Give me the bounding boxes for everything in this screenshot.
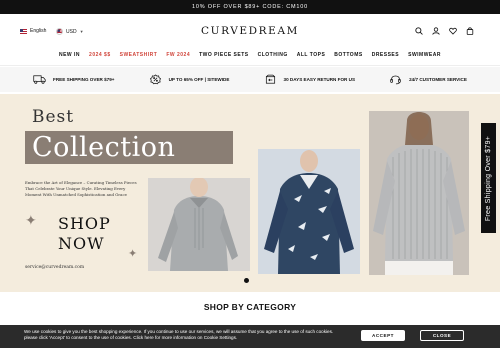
hero-title-collection: Collection	[25, 131, 233, 164]
cookie-close-button[interactable]: CLOSE	[420, 330, 464, 341]
user-icon[interactable]	[432, 27, 440, 35]
cookie-accept-button[interactable]: ACCEPT	[361, 330, 405, 341]
side-tab-text: Free Shipping Over $79+	[485, 135, 492, 221]
header-icons	[415, 27, 474, 35]
hero-description: Embrace the Art of Elegance – Curating T…	[25, 180, 137, 197]
benefit-customer-service[interactable]: 24/7 CUSTOMER SERVICE	[389, 74, 467, 85]
hero-email[interactable]: service@curvedream.com	[25, 265, 84, 270]
benefit-discount[interactable]: UP TO 65% OFF | SITEWIDE	[149, 74, 230, 85]
nav-item-new-in[interactable]: NEW IN	[59, 52, 80, 58]
headset-icon	[390, 75, 401, 85]
benefit-text: 30 DAYS EASY RETURN FOR US	[283, 77, 356, 82]
benefit-easy-return[interactable]: 30 DAYS EASY RETURN FOR US	[264, 74, 355, 85]
nav-item-2024[interactable]: 2024 $$	[89, 52, 111, 58]
benefits-bar: FREE SHIPPING OVER $79+ UP TO 65% OFF | …	[0, 67, 500, 92]
product-photo-navy-print-shirt[interactable]	[258, 149, 360, 274]
benefit-text: UP TO 65% OFF | SITEWIDE	[168, 77, 230, 82]
shop-by-category-title: SHOP BY CATEGORY	[203, 302, 297, 312]
benefit-free-shipping[interactable]: FREE SHIPPING OVER $79+	[33, 74, 114, 85]
nav-item-swimwear[interactable]: SWIMWEAR	[408, 52, 441, 58]
product-photo-gray-blouse[interactable]	[148, 178, 250, 271]
discount-icon	[149, 74, 161, 85]
site-header: English USD ▼ CURVEDREAM NEW IN 2024 $$ …	[0, 14, 500, 66]
main-nav: NEW IN 2024 $$ SWEATSHIRT FW 2024 TWO PI…	[0, 52, 500, 58]
sparkle-icon: ✦	[128, 248, 138, 260]
hero-banner[interactable]: Best Collection Embrace the Art of Elega…	[0, 94, 500, 292]
heart-icon[interactable]	[449, 27, 457, 35]
benefit-text: FREE SHIPPING OVER $79+	[53, 77, 115, 82]
cookie-banner: We use cookies to give you the best shop…	[0, 325, 500, 348]
product-photo-striped-top[interactable]	[369, 111, 469, 275]
return-icon	[265, 74, 275, 84]
promo-text: 10% OFF OVER $89+ CODE: CM100	[192, 4, 308, 10]
nav-item-clothing[interactable]: CLOTHING	[258, 52, 288, 58]
truck-icon	[33, 75, 46, 84]
shop-now-line1: SHOP	[58, 214, 111, 233]
hero-title-best: Best	[32, 107, 75, 127]
cookie-text: We use cookies to give you the best shop…	[24, 329, 334, 340]
nav-item-sweatshirt[interactable]: SWEATSHIRT	[120, 52, 158, 58]
sparkle-icon: ✦	[25, 212, 37, 228]
nav-item-all-tops[interactable]: ALL TOPS	[297, 52, 326, 58]
search-icon[interactable]	[415, 27, 423, 35]
nav-item-two-piece-sets[interactable]: TWO PIECE SETS	[199, 52, 249, 58]
carousel-dot-active[interactable]	[244, 278, 249, 283]
shop-now-button[interactable]: SHOP NOW	[58, 214, 111, 254]
nav-item-dresses[interactable]: DRESSES	[372, 52, 399, 58]
shop-now-line2: NOW	[58, 234, 105, 253]
benefit-text: 24/7 CUSTOMER SERVICE	[409, 77, 467, 82]
promo-bar[interactable]: 10% OFF OVER $89+ CODE: CM100	[0, 0, 500, 14]
free-shipping-side-tab[interactable]: Free Shipping Over $79+	[481, 123, 496, 233]
bag-icon[interactable]	[466, 27, 474, 35]
nav-item-fw-2024[interactable]: FW 2024	[166, 52, 190, 58]
nav-item-bottoms[interactable]: BOTTOMS	[334, 52, 362, 58]
